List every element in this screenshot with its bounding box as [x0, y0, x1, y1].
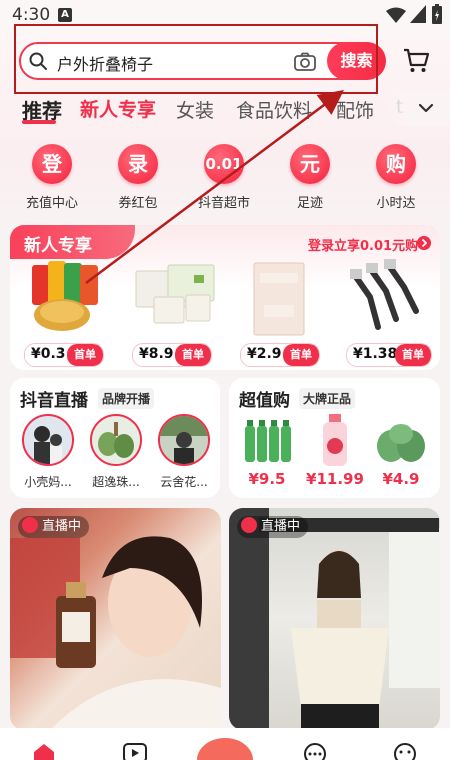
- price-tag[interactable]: ¥2.9 首单: [240, 343, 320, 367]
- shortcut-label: 券红包: [118, 196, 158, 211]
- live-badge: 直播中: [237, 516, 309, 538]
- shortcut-coupons[interactable]: 录 券红包: [98, 144, 178, 211]
- product-image-trash-bags[interactable]: [373, 412, 429, 468]
- message-icon[interactable]: [302, 742, 328, 760]
- hourly-delivery-icon: 购: [376, 144, 416, 184]
- price: ¥1.38: [353, 346, 398, 362]
- shortcut-recharge[interactable]: 登 充值中心: [12, 144, 92, 211]
- streamer-name: 云舍花...: [160, 475, 208, 489]
- notification-a-icon: A: [58, 8, 72, 22]
- arrow-right-icon[interactable]: [417, 236, 431, 250]
- price-tag[interactable]: ¥1.38 首单: [346, 343, 432, 367]
- live-video-card[interactable]: 直播中: [229, 508, 440, 730]
- new-user-section[interactable]: 新人专享 登录立享0.01元购 ¥0.3 首单 ¥8.9 首单 ¥2.9 首单: [10, 225, 440, 370]
- product-image-tissue-box[interactable]: [232, 257, 332, 337]
- product-image-tissues[interactable]: [128, 257, 228, 337]
- shortcut-label: 小时达: [376, 196, 416, 211]
- price: ¥8.9: [139, 346, 174, 362]
- streamer-name: 超逸珠...: [92, 475, 140, 489]
- deals-tag: 大牌正品: [299, 388, 356, 409]
- video-thumbnail: [229, 508, 440, 730]
- avatar[interactable]: [22, 414, 74, 466]
- tab-accessories[interactable]: 配饰: [336, 96, 374, 123]
- center-action-icon[interactable]: [196, 736, 254, 760]
- live-badge: 直播中: [18, 516, 90, 538]
- product-image-brushes[interactable]: [336, 257, 436, 337]
- price-tag[interactable]: ¥8.9 首单: [132, 343, 212, 367]
- signal-icon: [410, 5, 426, 23]
- chevron-down-icon[interactable]: [418, 100, 434, 116]
- bottom-nav: [0, 728, 450, 760]
- first-order-badge: 首单: [67, 344, 103, 366]
- deal-price: ¥4.9: [382, 470, 420, 488]
- avatar[interactable]: [90, 414, 142, 466]
- streamer-name: 小壳妈...: [24, 475, 72, 489]
- product-image-juice[interactable]: [307, 412, 363, 468]
- first-order-badge: 首单: [395, 344, 431, 366]
- live-bars-icon: [22, 517, 38, 533]
- login-promo-link[interactable]: 登录立享0.01元购: [308, 235, 418, 254]
- home-icon[interactable]: [32, 742, 56, 760]
- live-tag: 品牌开播: [98, 388, 155, 409]
- shortcut-footprint[interactable]: 元 足迹: [270, 144, 350, 211]
- live-bars-icon: [241, 517, 257, 533]
- battery-icon: [432, 4, 442, 24]
- video-thumbnail: [10, 536, 221, 730]
- profile-icon[interactable]: [392, 742, 418, 760]
- wifi-icon: [386, 7, 406, 23]
- deals-section[interactable]: 超值购 大牌正品 ¥9.5 ¥11.99 ¥4.9: [229, 378, 440, 498]
- price: ¥2.9: [247, 346, 282, 362]
- shortcut-supermarket[interactable]: 0.01 抖音超市: [184, 144, 264, 211]
- shortcut-hourly-delivery[interactable]: 购 小时达: [356, 144, 436, 211]
- live-section[interactable]: 抖音直播 品牌开播 小壳妈... 超逸珠... 云舍花...: [10, 378, 220, 498]
- recharge-icon: 登: [32, 144, 72, 184]
- first-order-badge: 首单: [175, 344, 211, 366]
- deals-title: 超值购: [239, 391, 290, 411]
- tab-new-user[interactable]: 新人专享: [80, 95, 156, 122]
- cart-icon[interactable]: [402, 46, 430, 74]
- status-time: 4:30: [12, 5, 51, 25]
- shortcut-label: 充值中心: [25, 196, 78, 211]
- supermarket-icon: 0.01: [204, 144, 244, 184]
- video-icon[interactable]: [122, 742, 148, 760]
- category-tabs: 推荐 新人专享 女装 食品饮料 配饰 t: [0, 92, 450, 126]
- annotation-box: [14, 24, 378, 94]
- tab-womens-clothing[interactable]: 女装: [176, 96, 214, 123]
- deal-price: ¥11.99: [306, 470, 364, 488]
- product-image-snacks[interactable]: [20, 257, 120, 337]
- avatar[interactable]: [158, 414, 210, 466]
- new-user-title: 新人专享: [24, 236, 92, 256]
- tab-food-drink[interactable]: 食品饮料: [236, 96, 312, 123]
- shortcut-label: 抖音超市: [197, 196, 250, 211]
- footprint-icon: 元: [290, 144, 330, 184]
- price: ¥0.3: [31, 346, 66, 362]
- live-title: 抖音直播: [20, 391, 88, 411]
- shortcut-label: 足迹: [296, 196, 323, 211]
- live-video-card[interactable]: 直播中: [10, 508, 221, 730]
- price-tag[interactable]: ¥0.3 首单: [24, 343, 104, 367]
- deal-price: ¥9.5: [248, 470, 286, 488]
- coupon-icon: 录: [118, 144, 158, 184]
- first-order-badge: 首单: [283, 344, 319, 366]
- tab-underline: [22, 120, 56, 124]
- product-image-water-bottles[interactable]: [239, 412, 295, 468]
